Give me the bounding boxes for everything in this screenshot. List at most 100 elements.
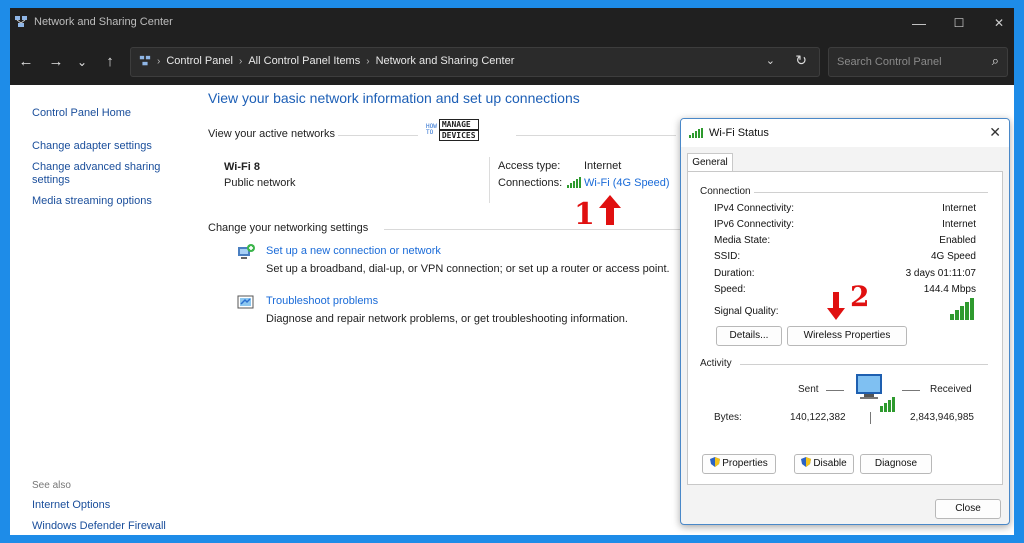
divider <box>826 390 844 391</box>
logo-manage: MANAGE <box>438 119 479 130</box>
network-center-icon <box>15 16 27 27</box>
dialog-title-bar: Wi-Fi Status ✕ <box>681 119 1009 147</box>
see-also-label: See also <box>32 480 71 491</box>
properties-button-label: Properties <box>722 458 768 469</box>
connection-row: IPv6 Connectivity: Internet <box>714 219 976 233</box>
close-icon[interactable]: ✕ <box>989 124 1001 141</box>
connection-row: Media State: Enabled <box>714 235 976 249</box>
uac-shield-icon <box>710 457 721 467</box>
divider <box>384 229 684 230</box>
access-type-value: Internet <box>584 160 622 172</box>
bytes-label: Bytes: <box>714 412 742 423</box>
up-arrow-annotation-icon <box>599 195 621 225</box>
control-panel-icon <box>139 55 151 66</box>
page-title: View your basic network information and … <box>208 90 580 106</box>
setup-connection-link[interactable]: Set up a new connection or network <box>266 245 441 257</box>
bytes-sent: 140,122,382 <box>790 412 846 423</box>
down-arrow-annotation-icon <box>827 292 845 320</box>
wifi-status-dialog: Wi-Fi Status ✕ General Connection IPv4 C… <box>680 118 1010 525</box>
network-type[interactable]: Public network <box>224 177 296 189</box>
ipv6-value: Internet <box>942 219 976 230</box>
close-button[interactable]: Close <box>935 499 1001 519</box>
close-window-button[interactable]: ✕ <box>984 13 1014 33</box>
chevron-down-icon[interactable]: ⌄ <box>766 54 775 67</box>
ipv4-label: IPv4 Connectivity: <box>714 203 795 214</box>
ipv4-value: Internet <box>942 203 976 214</box>
duration-label: Duration: <box>714 268 755 279</box>
bytes-received: 2,843,946,985 <box>910 412 974 423</box>
network-computer-icon <box>856 374 895 412</box>
sidebar-item-adapter-settings[interactable]: Change adapter settings <box>32 140 152 153</box>
maximize-button[interactable]: ☐ <box>944 13 974 33</box>
chevron-right-icon: › <box>366 55 370 67</box>
forward-button[interactable]: → <box>46 52 66 72</box>
ssid-value: 4G Speed <box>930 251 976 262</box>
activity-group-label: Activity <box>700 358 732 369</box>
logo-devices: DEVICES <box>438 130 479 141</box>
media-state-value: Enabled <box>939 235 976 246</box>
ipv6-label: IPv6 Connectivity: <box>714 219 795 230</box>
disable-button[interactable]: Disable <box>794 454 854 474</box>
divider <box>338 135 418 136</box>
connection-row: SSID: 4G Speed <box>714 251 976 265</box>
new-connection-icon <box>238 244 255 259</box>
chevron-right-icon: › <box>157 55 161 67</box>
signal-quality-label: Signal Quality: <box>714 306 779 317</box>
details-button[interactable]: Details... <box>716 326 782 346</box>
breadcrumb-all-items[interactable]: All Control Panel Items <box>248 55 360 67</box>
connections-label: Connections: <box>498 177 563 189</box>
address-bar[interactable]: › Control Panel › All Control Panel Item… <box>130 47 820 77</box>
connection-row: Speed: 144.4 Mbps <box>714 284 976 298</box>
see-also-internet-options[interactable]: Internet Options <box>32 499 110 512</box>
diagnose-button[interactable]: Diagnose <box>860 454 932 474</box>
connection-row: Duration: 3 days 01:11:07 <box>714 268 976 282</box>
signal-strength-icon <box>950 298 974 320</box>
sidebar-item-media-streaming[interactable]: Media streaming options <box>32 195 152 208</box>
divider <box>516 135 676 136</box>
troubleshoot-icon <box>237 295 254 309</box>
properties-button[interactable]: Properties <box>702 454 776 474</box>
general-panel: Connection IPv4 Connectivity: Internet I… <box>687 171 1003 485</box>
speed-label: Speed: <box>714 284 746 295</box>
search-input[interactable]: Search Control Panel ⌕ <box>828 47 1008 77</box>
see-also-firewall[interactable]: Windows Defender Firewall <box>32 520 166 533</box>
ssid-label: SSID: <box>714 251 741 262</box>
divider <box>754 192 988 193</box>
connection-row: IPv4 Connectivity: Internet <box>714 203 976 217</box>
refresh-icon[interactable]: ↻ <box>795 52 807 69</box>
connection-row: Signal Quality: <box>714 306 976 320</box>
recent-locations-button[interactable]: ⌄ <box>72 52 92 72</box>
change-settings-label: Change your networking settings <box>208 222 369 234</box>
title-bar: Network and Sharing Center — ☐ ✕ <box>10 8 1014 38</box>
window-title: Network and Sharing Center <box>34 16 173 28</box>
divider <box>740 364 988 365</box>
sidebar-item-home[interactable]: Control Panel Home <box>32 107 131 120</box>
wifi-signal-icon <box>689 128 703 138</box>
network-name: Wi-Fi 8 <box>224 161 260 173</box>
annotation-number-1: 1 <box>574 197 595 232</box>
up-button[interactable]: ↑ <box>100 52 120 72</box>
sidebar-item-advanced-sharing[interactable]: Change advanced sharing settings <box>32 161 172 187</box>
sidebar: Control Panel Home Change adapter settin… <box>10 85 190 535</box>
disable-button-label: Disable <box>813 458 847 469</box>
search-icon[interactable]: ⌕ <box>992 53 999 69</box>
wifi-connection-link[interactable]: Wi-Fi (4G Speed) <box>584 177 670 189</box>
howtomanagedevices-logo: HOW TO MANAGE DEVICES <box>426 119 479 141</box>
annotation-number-2: 2 <box>850 280 870 313</box>
tab-general[interactable]: General <box>687 153 733 172</box>
search-placeholder: Search Control Panel <box>837 56 942 68</box>
uac-shield-icon <box>801 457 812 467</box>
divider <box>870 412 871 424</box>
back-button[interactable]: ← <box>16 52 36 72</box>
breadcrumb-network-center[interactable]: Network and Sharing Center <box>376 55 515 67</box>
breadcrumb-control-panel[interactable]: Control Panel <box>166 55 233 67</box>
wireless-properties-button[interactable]: Wireless Properties <box>787 326 907 346</box>
troubleshoot-description: Diagnose and repair network problems, or… <box>266 313 628 325</box>
logo-to: TO <box>426 129 434 136</box>
chevron-right-icon: › <box>239 55 243 67</box>
access-type-label: Access type: <box>498 160 561 172</box>
minimize-button[interactable]: — <box>904 13 934 33</box>
divider <box>902 390 920 391</box>
troubleshoot-link[interactable]: Troubleshoot problems <box>266 295 378 307</box>
divider <box>489 157 490 203</box>
